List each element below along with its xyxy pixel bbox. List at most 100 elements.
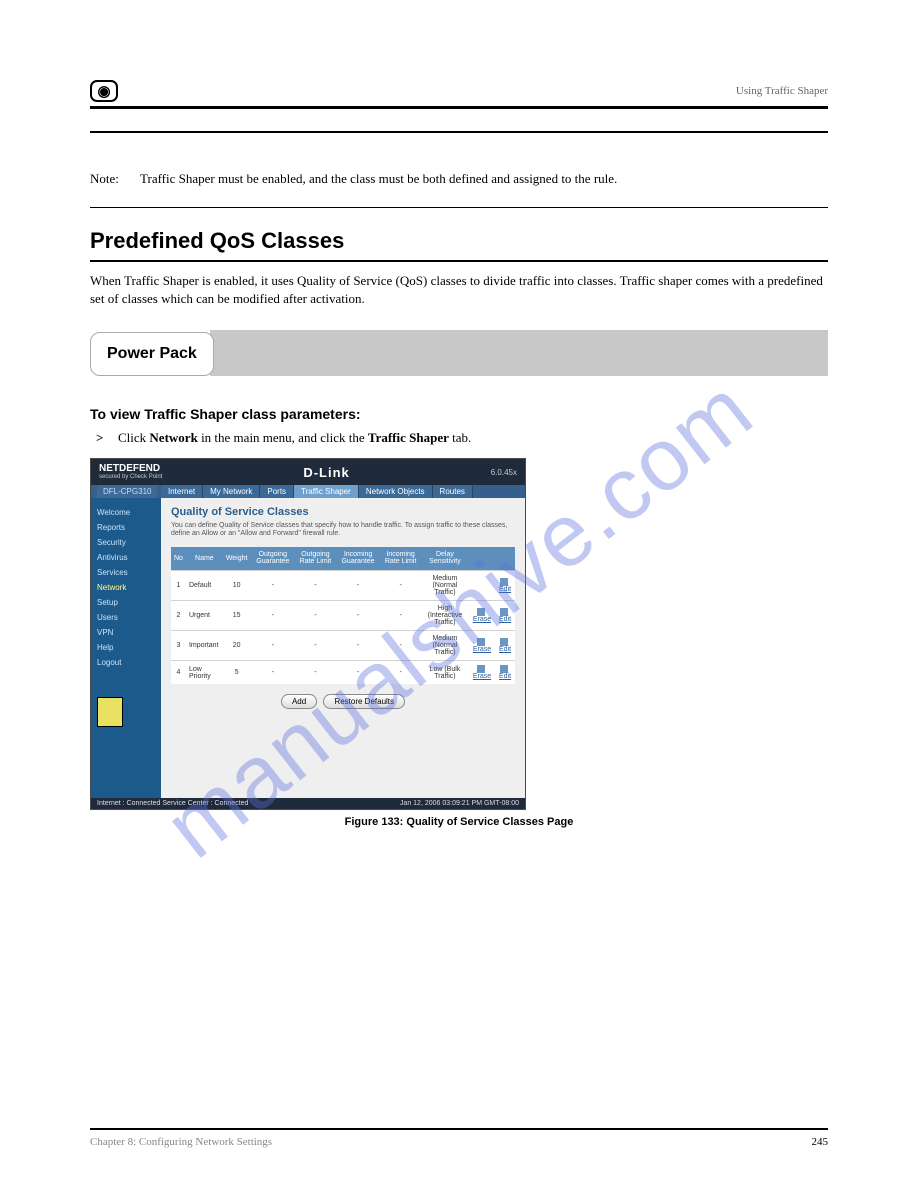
powerpack-bar: Power Pack [90, 330, 828, 376]
cell: Important [186, 631, 223, 661]
erase-cell [469, 571, 495, 601]
procedure-step: > Click Network in the main menu, and cl… [90, 430, 828, 446]
tab-internet[interactable]: Internet [161, 485, 203, 498]
status-left: Internet : Connected Service Center : Co… [97, 800, 248, 807]
table-row: 3Important20----Medium (Normal Traffic)E… [171, 631, 515, 661]
sidebar: Welcome Reports Security Antivirus Servi… [91, 498, 161, 798]
cell: 3 [171, 631, 186, 661]
tab-network-objects[interactable]: Network Objects [359, 485, 433, 498]
note-text: Traffic Shaper must be enabled, and the … [140, 171, 617, 187]
sidebar-item-logout[interactable]: Logout [97, 658, 155, 667]
cell: - [295, 571, 336, 601]
main-content: Quality of Service Classes You can defin… [161, 498, 525, 798]
footer-chapter: Chapter 8: Configuring Network Settings [90, 1136, 272, 1148]
brand-subtitle: secured by Check Point [99, 474, 162, 481]
cell: 20 [223, 631, 251, 661]
cell: Low Priority [186, 661, 223, 685]
sidebar-item-security[interactable]: Security [97, 538, 155, 547]
edit-link[interactable]: Edit [499, 666, 511, 680]
cell: - [336, 571, 381, 601]
page-title: Quality of Service Classes [171, 506, 515, 518]
tab-traffic-shaper[interactable]: Traffic Shaper [294, 485, 359, 498]
edit-cell: Edit [495, 661, 515, 685]
col-out-guarantee: Outgoing Guarantee [250, 547, 295, 571]
sidebar-item-help[interactable]: Help [97, 643, 155, 652]
edit-cell: Edit [495, 571, 515, 601]
sidebar-badge-icon [97, 697, 123, 727]
edit-cell: Edit [495, 601, 515, 631]
page-description: You can define Quality of Service classe… [171, 522, 515, 539]
page-footer: Chapter 8: Configuring Network Settings … [90, 1128, 828, 1148]
cell: Low (Bulk Traffic) [421, 661, 469, 685]
cell: - [295, 601, 336, 631]
tab-ports[interactable]: Ports [260, 485, 294, 498]
table-row: 1Default10----Medium (Normal Traffic)Edi… [171, 571, 515, 601]
sidebar-item-welcome[interactable]: Welcome [97, 508, 155, 517]
edit-icon [500, 608, 508, 616]
erase-link[interactable]: Erase [473, 666, 491, 680]
cell: High (Interactive Traffic) [421, 601, 469, 631]
col-actions-1 [469, 547, 495, 571]
cell: Medium (Normal Traffic) [421, 571, 469, 601]
cell: 1 [171, 571, 186, 601]
col-in-rate-limit: Incoming Rate Limit [380, 547, 421, 571]
col-actions-2 [495, 547, 515, 571]
edit-link[interactable]: Edit [499, 639, 511, 653]
table-row: 2Urgent15----High (Interactive Traffic)E… [171, 601, 515, 631]
erase-link[interactable]: Erase [473, 609, 491, 623]
cell: - [250, 601, 295, 631]
sidebar-item-vpn[interactable]: VPN [97, 628, 155, 637]
qos-table: No Name Weight Outgoing Guarantee Outgoi… [171, 547, 515, 684]
restore-defaults-button[interactable]: Restore Defaults [323, 694, 405, 709]
cell: 4 [171, 661, 186, 685]
note-label: Note: [90, 171, 140, 187]
edit-icon [500, 638, 508, 646]
sidebar-item-antivirus[interactable]: Antivirus [97, 553, 155, 562]
erase-icon [477, 638, 485, 646]
bullet-icon: > [90, 430, 118, 446]
erase-icon [477, 665, 485, 673]
screenshot-titlebar: NETDEFEND secured by Check Point D-Link … [91, 459, 525, 485]
sidebar-item-reports[interactable]: Reports [97, 523, 155, 532]
status-right: Jan 12, 2006 03:09:21 PM GMT-08:00 [400, 800, 519, 807]
add-button[interactable]: Add [281, 694, 317, 709]
section-rule [90, 260, 828, 262]
figure-caption: Figure 133: Quality of Service Classes P… [90, 816, 828, 828]
edit-link[interactable]: Edit [499, 609, 511, 623]
col-out-rate-limit: Outgoing Rate Limit [295, 547, 336, 571]
cell: - [250, 631, 295, 661]
cell: - [295, 661, 336, 685]
tab-routes[interactable]: Routes [433, 485, 473, 498]
edit-icon [500, 665, 508, 673]
edit-link[interactable]: Edit [499, 579, 511, 593]
erase-link[interactable]: Erase [473, 639, 491, 653]
col-in-guarantee: Incoming Guarantee [336, 547, 381, 571]
erase-cell: Erase [469, 631, 495, 661]
cell: - [336, 661, 381, 685]
device-id: DFL-CPG310 [97, 485, 157, 498]
sidebar-item-setup[interactable]: Setup [97, 598, 155, 607]
erase-icon [477, 608, 485, 616]
cell: - [250, 571, 295, 601]
copyright-icon: ◉ [90, 80, 118, 102]
cell: - [250, 661, 295, 685]
header-subtitle: Using Traffic Shaper [736, 85, 828, 97]
header-rule [90, 106, 828, 109]
cell: 2 [171, 601, 186, 631]
cell: - [380, 661, 421, 685]
brand-name: NETDEFEND [99, 463, 162, 474]
note-bottom-rule [90, 207, 828, 208]
table-row: 4Low Priority5----Low (Bulk Traffic)Eras… [171, 661, 515, 685]
col-name: Name [186, 547, 223, 571]
sidebar-item-network[interactable]: Network [97, 583, 155, 592]
cell: - [336, 631, 381, 661]
section-heading: Predefined QoS Classes [90, 228, 828, 254]
tab-my-network[interactable]: My Network [203, 485, 260, 498]
cell: - [380, 601, 421, 631]
sidebar-item-services[interactable]: Services [97, 568, 155, 577]
footer-page-number: 245 [812, 1136, 829, 1148]
edit-cell: Edit [495, 631, 515, 661]
embedded-screenshot: NETDEFEND secured by Check Point D-Link … [90, 458, 526, 810]
sidebar-item-users[interactable]: Users [97, 613, 155, 622]
edit-icon [500, 578, 508, 586]
